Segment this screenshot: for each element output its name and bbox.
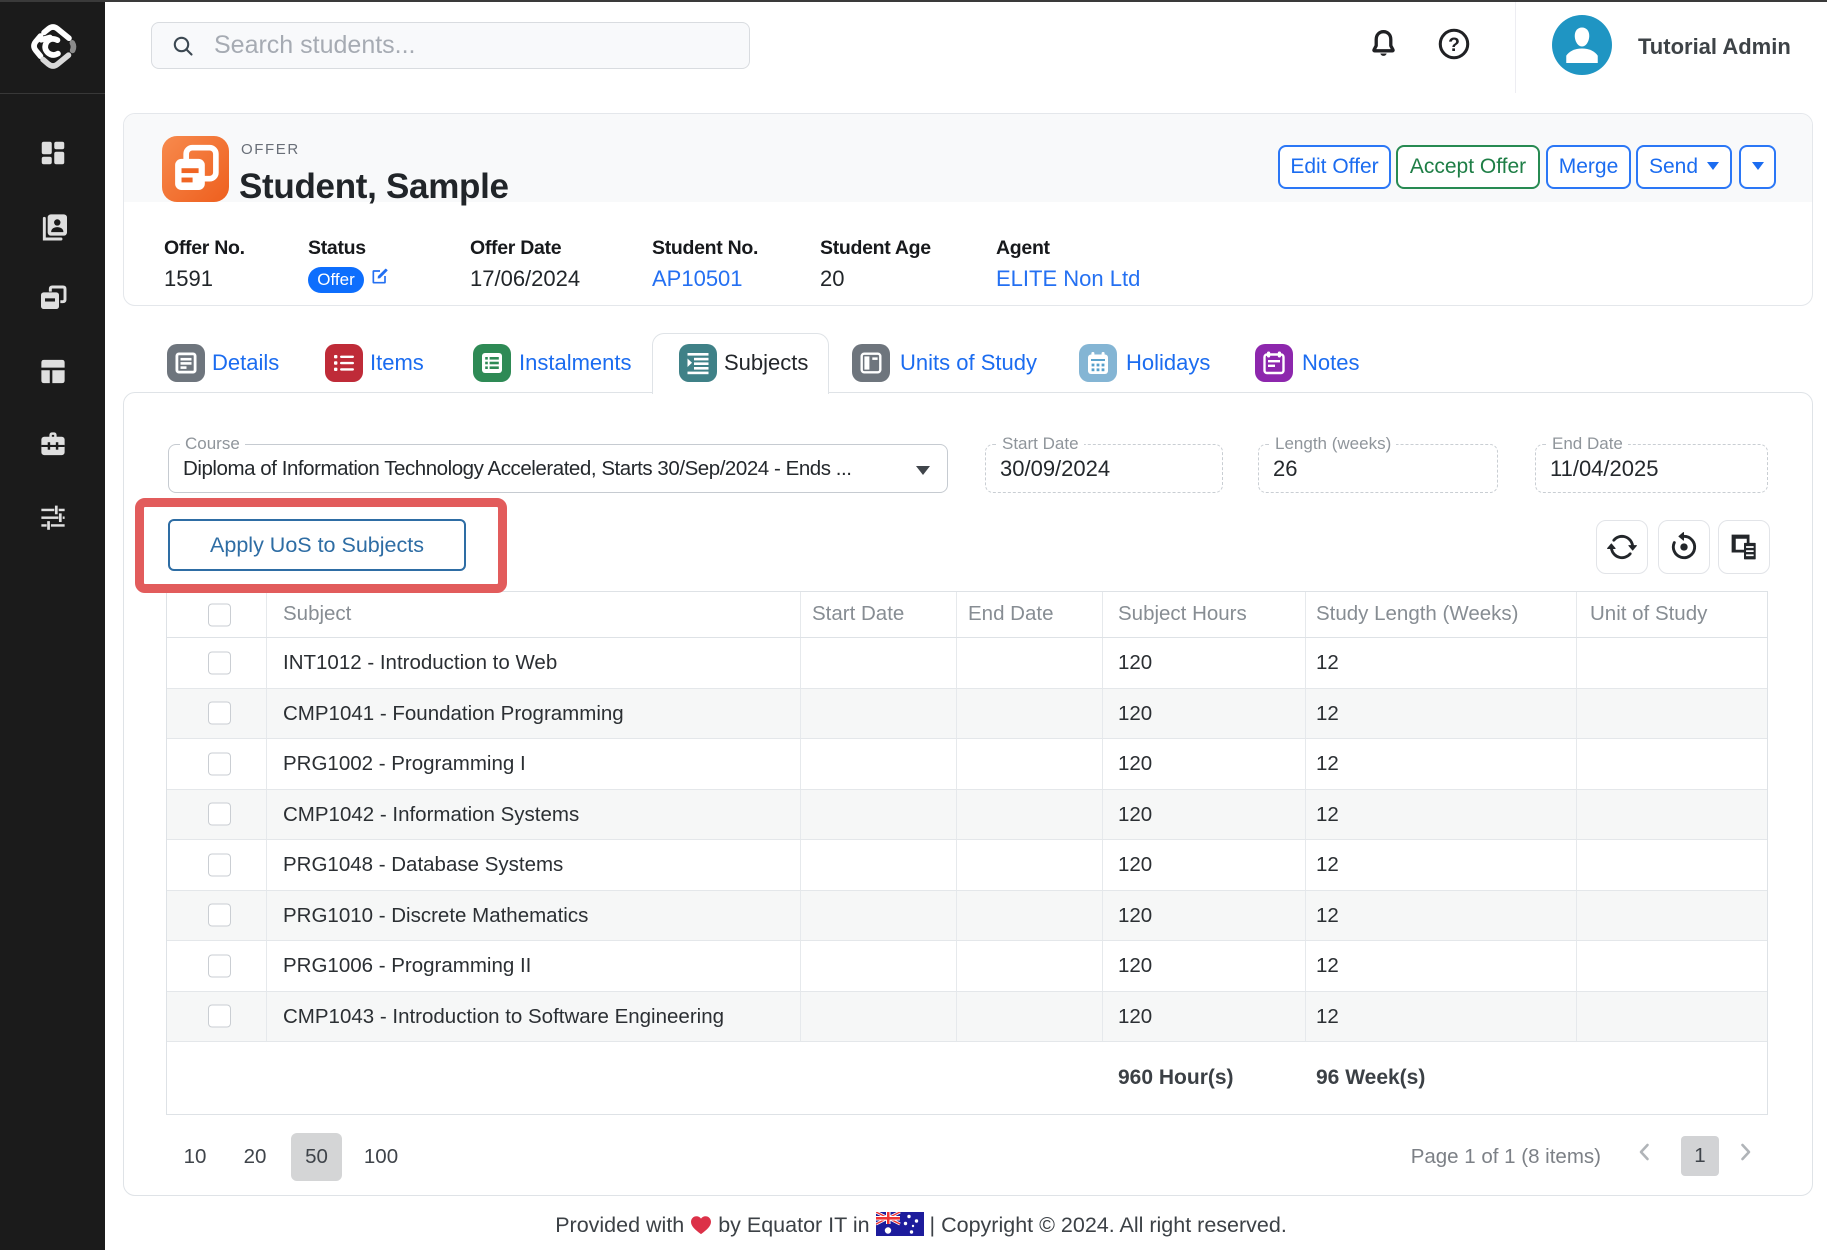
svg-text:?: ? — [1448, 35, 1460, 56]
